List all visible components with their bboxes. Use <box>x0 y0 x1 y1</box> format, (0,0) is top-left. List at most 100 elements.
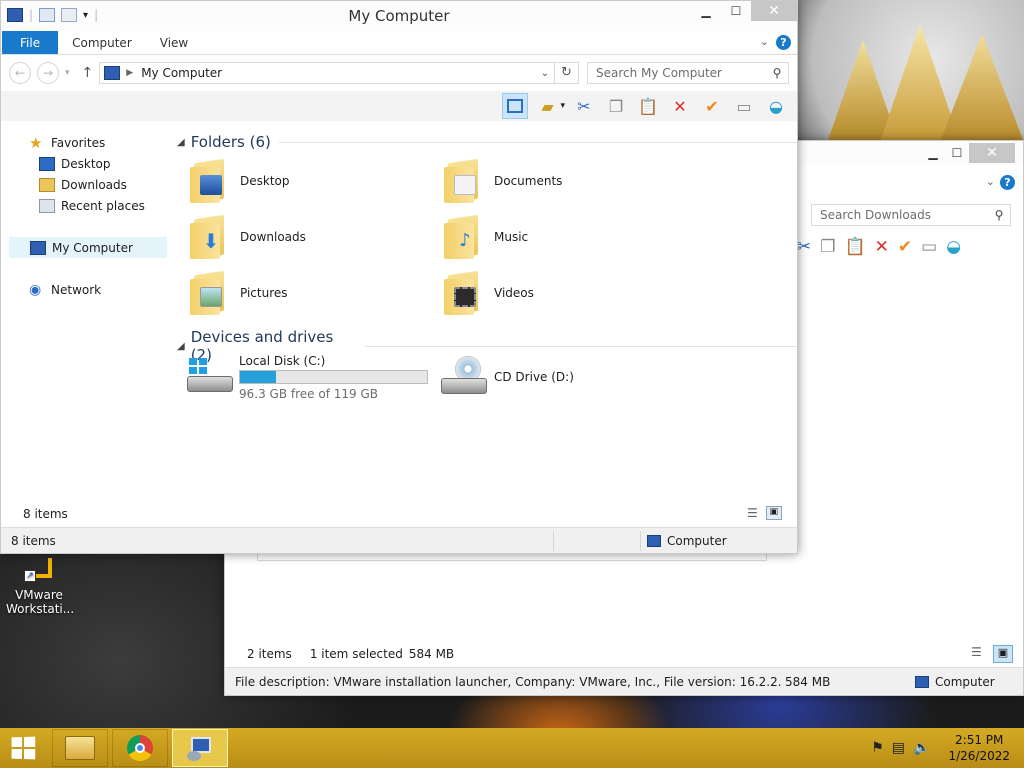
help-icon[interactable]: ? <box>776 35 791 50</box>
address-dropdown-icon[interactable]: ⌄ <box>536 68 554 79</box>
refresh-icon[interactable]: ↻ <box>554 63 578 83</box>
folder-downloads[interactable]: ⬇ Downloads <box>188 214 306 260</box>
downloads-search-placeholder: Search Downloads <box>820 208 931 222</box>
preview-pane-button[interactable] <box>502 93 529 119</box>
paste-icon[interactable]: 📋 <box>635 93 661 119</box>
downloads-search-input[interactable]: Search Downloads ⚲ <box>811 204 1011 226</box>
minimize-button[interactable]: ▁ <box>691 1 721 21</box>
taskbar-chrome[interactable] <box>112 729 168 767</box>
large-icons-view-icon[interactable]: ▣ <box>765 506 782 520</box>
folder-music-label: Music <box>494 230 529 244</box>
nav-network[interactable]: ◉ Network <box>9 279 167 300</box>
breadcrumb-my-computer[interactable]: My Computer <box>141 66 222 80</box>
folder-videos[interactable]: Videos <box>442 270 534 316</box>
maximize-button[interactable]: ☐ <box>721 1 751 21</box>
ribbon-collapse-icon[interactable]: ⌄ <box>760 35 769 48</box>
shell-icon[interactable]: ◒ <box>763 93 789 119</box>
checkmark-icon[interactable]: ✔ <box>699 93 725 119</box>
rename-icon[interactable]: ▭ <box>731 93 757 119</box>
paste-icon[interactable]: 📋 <box>845 237 866 257</box>
folder-documents[interactable]: Documents <box>442 158 562 204</box>
clock-time: 2:51 PM <box>955 733 1004 747</box>
desktop-icon-label-line2: Workstati... <box>6 602 75 616</box>
copy-icon[interactable]: ❐ <box>820 237 835 257</box>
action-center-icon[interactable]: ⚑ <box>871 740 884 756</box>
cut-icon[interactable]: ✂ <box>797 237 811 257</box>
tab-computer[interactable]: Computer <box>58 31 146 54</box>
downloads-statusbar: 2 items 1 item selected 584 MB <box>247 647 454 661</box>
nav-my-computer-label: My Computer <box>52 240 133 255</box>
chrome-icon <box>127 735 153 761</box>
desktop-icon-label-line1: VMware <box>15 588 63 602</box>
recent-locations-icon[interactable]: ▾ <box>65 68 70 78</box>
taskbar: ⚑ ▤ 🔈 2:51 PM 1/26/2022 <box>0 728 1024 768</box>
nav-downloads[interactable]: Downloads <box>9 174 167 195</box>
details-view-icon[interactable]: ☰ <box>747 506 758 520</box>
delete-icon[interactable]: ✕ <box>667 93 693 119</box>
folder-downloads-label: Downloads <box>240 230 306 244</box>
computer-icon <box>187 735 213 761</box>
delete-icon[interactable]: ✕ <box>875 237 889 257</box>
local-disk-icon <box>187 354 233 396</box>
drive-d[interactable]: CD Drive (D:) <box>441 356 574 398</box>
vmware-desktop-shortcut[interactable]: ↗ VMware Workstati... <box>6 556 75 616</box>
tab-file[interactable]: File <box>2 31 59 54</box>
nav-favorites-label: Favorites <box>51 135 106 150</box>
vmware-icon: ↗ <box>22 556 56 586</box>
checkmark-icon[interactable]: ✔ <box>898 237 912 257</box>
group-folders[interactable]: ◢ Folders (6) <box>177 133 797 151</box>
close-button[interactable]: ✕ <box>969 143 1015 163</box>
window-title: My Computer <box>348 7 450 25</box>
drive-c[interactable]: Local Disk (C:) 96.3 GB free of 119 GB <box>187 354 428 401</box>
search-input[interactable]: Search My Computer ⚲ <box>587 62 789 84</box>
taskbar-file-explorer[interactable] <box>52 729 108 767</box>
close-button[interactable]: ✕ <box>751 1 797 21</box>
volume-muted-icon[interactable]: 🔈 <box>913 740 930 756</box>
nav-recent-places[interactable]: Recent places <box>9 195 167 216</box>
rename-icon[interactable]: ▭ <box>921 237 937 257</box>
back-button[interactable]: ← <box>9 62 31 84</box>
tab-view[interactable]: View <box>146 31 202 54</box>
status-selection: 1 item selected <box>309 647 403 661</box>
nav-desktop[interactable]: Desktop <box>9 153 167 174</box>
shell-icon[interactable]: ◒ <box>946 237 961 257</box>
nav-network-label: Network <box>51 282 102 297</box>
ribbon-collapse-icon[interactable]: ⌄ <box>986 175 995 188</box>
computer-icon <box>915 675 929 688</box>
help-icon[interactable]: ? <box>1000 175 1015 190</box>
large-icons-view-icon[interactable]: ▣ <box>993 645 1013 663</box>
group-folders-label: Folders (6) <box>190 133 271 151</box>
forward-button[interactable]: → <box>37 62 59 84</box>
nav-my-computer[interactable]: My Computer <box>9 237 167 258</box>
inner-item-count: 8 items <box>23 507 68 521</box>
collapse-triangle-icon[interactable]: ◢ <box>177 341 185 352</box>
computer-icon <box>647 534 661 547</box>
folder-pictures[interactable]: Pictures <box>188 270 288 316</box>
nav-favorites[interactable]: ★ Favorites <box>9 132 167 153</box>
minimize-button[interactable]: ▁ <box>921 143 945 163</box>
computer-icon <box>104 66 121 80</box>
network-status-icon[interactable]: ▤ <box>892 740 905 756</box>
address-bar[interactable]: ▶ My Computer ⌄ ↻ <box>99 62 579 84</box>
copy-icon[interactable]: ❐ <box>603 93 629 119</box>
folder-options-icon[interactable]: ▰ <box>534 93 560 119</box>
up-button[interactable]: ↑ <box>82 65 94 81</box>
folder-options-dropdown-icon[interactable]: ▾ <box>560 101 565 111</box>
recent-places-icon <box>39 198 55 213</box>
status-location: Computer <box>647 534 727 548</box>
desktop-icon <box>39 156 55 171</box>
drive-c-name: Local Disk (C:) <box>239 354 326 368</box>
breadcrumb-separator-icon[interactable]: ▶ <box>126 68 133 78</box>
folder-music[interactable]: ♪ Music <box>442 214 529 260</box>
clock[interactable]: 2:51 PM 1/26/2022 <box>948 732 1010 764</box>
details-size: 584 MB <box>785 674 831 689</box>
start-button[interactable] <box>0 728 46 768</box>
window-titlebar[interactable]: | ▾ | My Computer ▁ ☐ ✕ <box>1 1 797 31</box>
cut-icon[interactable]: ✂ <box>571 93 597 119</box>
file-explorer-icon <box>65 736 95 760</box>
folder-desktop[interactable]: Desktop <box>188 158 290 204</box>
collapse-triangle-icon[interactable]: ◢ <box>177 137 185 148</box>
details-view-icon[interactable]: ☰ <box>971 645 987 659</box>
maximize-button[interactable]: ☐ <box>945 143 969 163</box>
taskbar-my-computer[interactable] <box>172 729 228 767</box>
